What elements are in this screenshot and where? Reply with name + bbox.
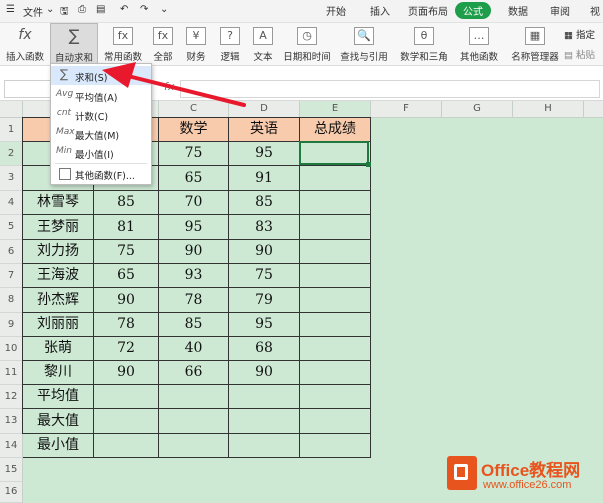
annotation-arrow [102,62,246,107]
watermark-url: www.office26.com [483,479,572,491]
office-logo-icon [447,456,477,490]
watermark-logo: Office教程网 www.office26.com [447,454,597,498]
watermark-brand: Office教程网 [481,461,581,480]
